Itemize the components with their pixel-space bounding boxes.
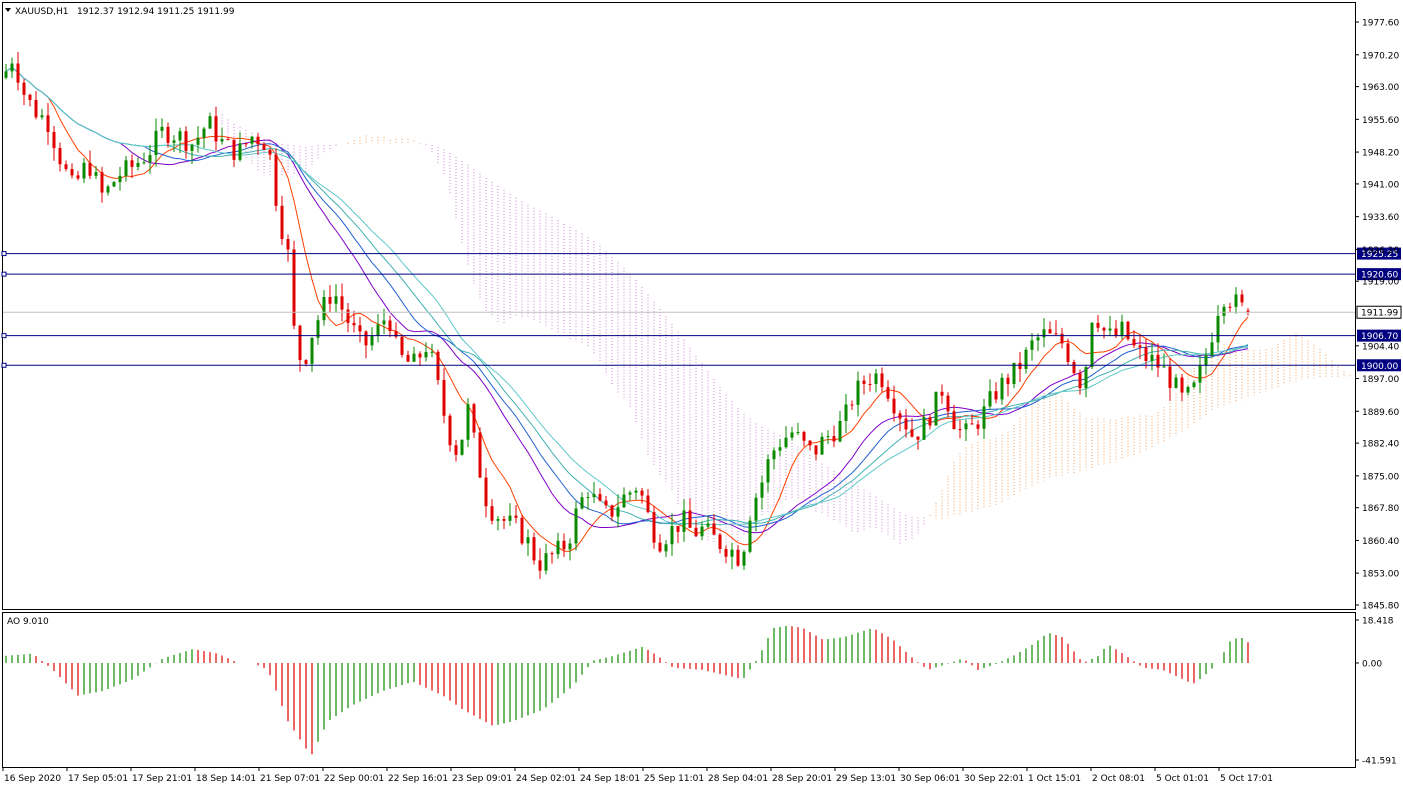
candle	[292, 240, 296, 330]
time-tick-label: 28 Sep 04:01	[708, 774, 768, 784]
price-panel	[2, 2, 1356, 610]
candle	[532, 532, 536, 565]
time-tick-label: 1 Oct 15:01	[1028, 774, 1081, 784]
candle	[460, 439, 464, 456]
price-tick-label: 1882.40	[1362, 440, 1399, 450]
price-level-label: 1906.70	[1361, 332, 1398, 342]
ao-panel	[2, 612, 1356, 768]
price-tick-label: 1941.00	[1362, 180, 1399, 190]
chart-canvas: 1925.251920.601906.701900.001911.99 1977…	[1, 2, 1402, 784]
time-tick-label: 18 Sep 14:01	[196, 774, 256, 784]
time-tick-label: 22 Sep 16:01	[388, 774, 448, 784]
price-tick-label: 1926.20	[1362, 246, 1399, 256]
candle	[478, 427, 482, 478]
candle	[574, 501, 578, 551]
time-tick-label: 5 Oct 01:01	[1156, 774, 1209, 784]
candle	[934, 391, 938, 426]
price-tick-label: 1919.00	[1362, 278, 1399, 288]
candle	[748, 516, 752, 554]
ao-tick-label: 18.418	[1362, 617, 1394, 627]
price-tick-label: 1853.00	[1362, 570, 1399, 580]
time-tick-label: 30 Sep 22:01	[964, 774, 1024, 784]
time-tick-label: 2 Oct 08:01	[1092, 774, 1145, 784]
time-tick-label: 29 Sep 13:01	[836, 774, 896, 784]
candle	[520, 515, 524, 546]
time-tick-label: 21 Sep 07:01	[260, 774, 320, 784]
candle	[1090, 321, 1094, 370]
price-tick-label: 1948.20	[1362, 149, 1399, 159]
price-tick-label: 1845.80	[1362, 602, 1399, 612]
candle	[1126, 320, 1130, 341]
time-tick-label: 28 Sep 20:01	[772, 774, 832, 784]
time-axis: 16 Sep 2020 17 Sep 05:01 17 Sep 21:01 18 Se…	[2, 767, 1273, 784]
time-tick-label: 17 Sep 21:01	[132, 774, 192, 784]
time-tick-label: 5 Oct 17:01	[1220, 774, 1273, 784]
time-tick-label: 23 Sep 09:01	[452, 774, 512, 784]
candle	[466, 398, 470, 448]
ao-axis: 18.418 0.00 -41.591	[1355, 617, 1397, 767]
time-tick-label: 22 Sep 00:01	[324, 774, 384, 784]
price-tick-label: 1860.40	[1362, 537, 1399, 547]
time-tick-label: 25 Sep 11:01	[644, 774, 704, 784]
time-tick-label: 16 Sep 2020	[4, 774, 61, 784]
ao-title: AO 9.010	[7, 617, 49, 627]
candle	[436, 349, 440, 385]
current-price-label: 1911.99	[1361, 309, 1398, 319]
price-tick-label: 1933.60	[1362, 213, 1399, 223]
candle	[400, 334, 404, 358]
candle	[1072, 359, 1076, 376]
ohlc-readout: 1912.37 1912.94 1911.25 1911.99	[77, 7, 235, 17]
price-tick-label: 1970.20	[1362, 51, 1399, 61]
price-tick-label: 1897.00	[1362, 375, 1399, 385]
ao-tick-label: 0.00	[1362, 659, 1382, 669]
price-tick-label: 1955.60	[1362, 116, 1399, 126]
symbol-label: XAUUSD,H1	[15, 7, 69, 17]
time-tick-label: 24 Sep 02:01	[516, 774, 576, 784]
price-tick-label: 1889.60	[1362, 408, 1399, 418]
price-tick-label: 1963.00	[1362, 83, 1399, 93]
candle	[274, 148, 278, 212]
ao-tick-label: -41.591	[1362, 757, 1397, 767]
time-tick-label: 17 Sep 05:01	[68, 774, 128, 784]
price-tick-label: 1867.80	[1362, 504, 1399, 514]
price-level-label: 1900.00	[1361, 362, 1398, 372]
price-tick-label: 1904.40	[1362, 342, 1399, 352]
time-tick-label: 24 Sep 18:01	[580, 774, 640, 784]
price-tick-label: 1875.00	[1362, 472, 1399, 482]
time-tick-label: 30 Sep 06:01	[900, 774, 960, 784]
price-tick-label: 1977.60	[1362, 19, 1399, 29]
